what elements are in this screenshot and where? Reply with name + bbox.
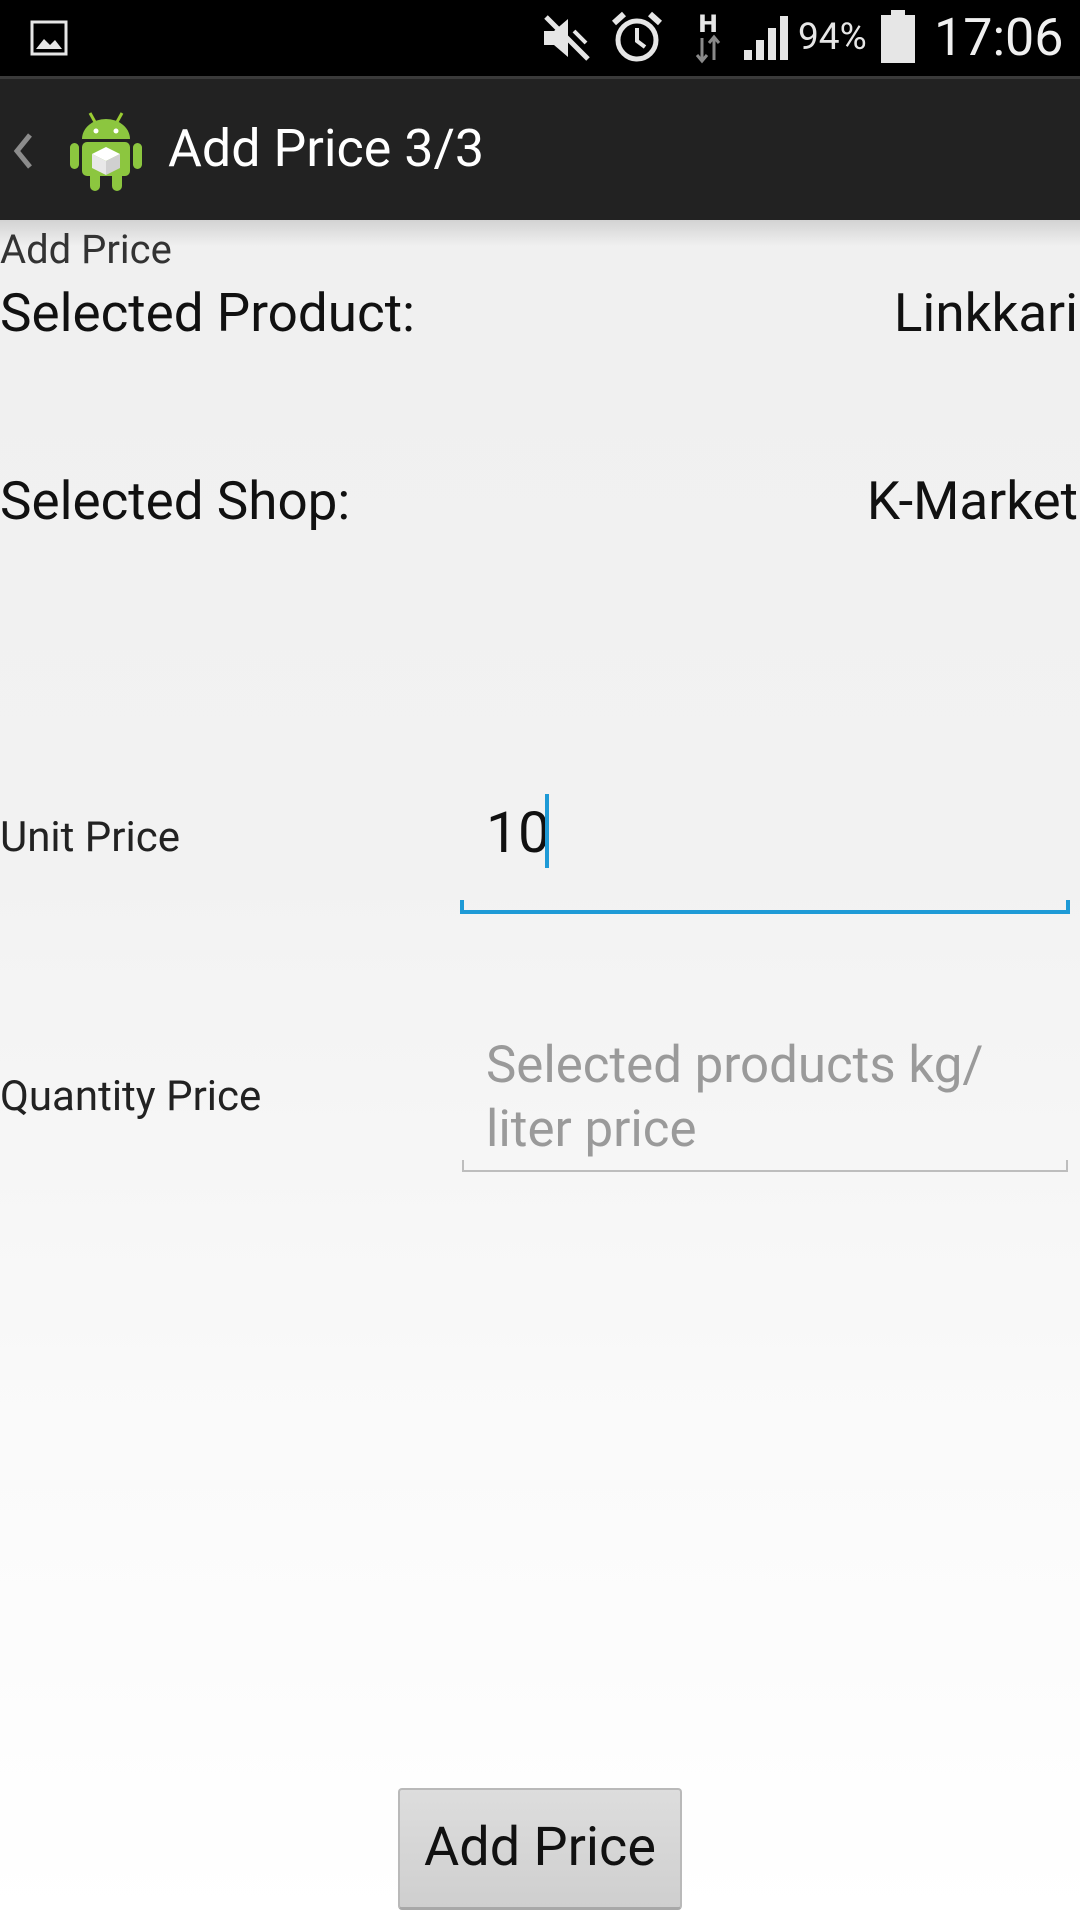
gallery-icon [30, 20, 68, 56]
unit-price-underline-tick-right [1066, 900, 1070, 914]
signal-icon [744, 16, 788, 60]
action-bar: Add Price 3/3 [0, 76, 1080, 220]
text-cursor [545, 794, 549, 868]
battery-icon [881, 10, 915, 63]
quantity-price-underline [462, 1170, 1068, 1172]
unit-price-underline-tick-left [460, 900, 464, 914]
status-time: 17:06 [934, 7, 1064, 68]
hspa-data-icon: H [695, 10, 721, 64]
svg-text:H: H [698, 10, 718, 38]
page-title: Add Price 3/3 [168, 118, 485, 179]
quantity-price-input[interactable]: Selected products kg/ liter price [462, 1028, 1068, 1172]
android-app-icon[interactable] [68, 109, 144, 193]
quantity-price-label: Quantity Price [0, 1072, 262, 1121]
alarm-icon [611, 11, 663, 62]
unit-price-underline [460, 910, 1070, 914]
selected-shop-value: K-Market [866, 470, 1078, 532]
selected-product-label: Selected Product: [0, 282, 415, 344]
quantity-price-underline-tick-left [462, 1160, 464, 1172]
battery-percent-text: 94% [798, 16, 867, 59]
status-bar: H 94% 17:06 [0, 0, 1080, 76]
selected-product-value: Linkkari [893, 282, 1078, 344]
chevron-left-icon[interactable] [12, 131, 34, 171]
selected-shop-label: Selected Shop: [0, 470, 351, 532]
mute-icon [544, 15, 590, 61]
add-price-button[interactable]: Add Price [398, 1788, 682, 1910]
unit-price-input[interactable]: 10 [460, 780, 1070, 914]
section-header: Add Price [0, 226, 172, 273]
quantity-price-placeholder: Selected products kg/ liter price [486, 1036, 984, 1159]
quantity-price-underline-tick-right [1066, 1160, 1068, 1172]
unit-price-value: 10 [486, 799, 551, 866]
unit-price-label: Unit Price [0, 813, 180, 862]
